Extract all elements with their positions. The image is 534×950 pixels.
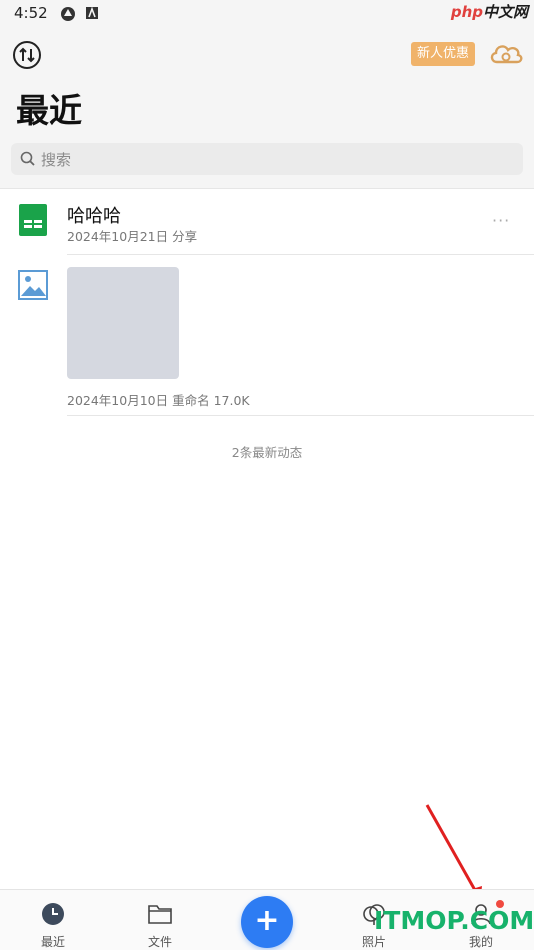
divider [67,415,534,416]
tab-label: 我的 [468,935,493,949]
tab-label: 最近 [40,935,65,949]
file-meta: 2024年10月21日 分享 [67,229,198,244]
add-button[interactable]: + [241,896,293,948]
promo-badge[interactable]: 新人优惠 [411,42,476,66]
plus-icon: + [254,903,280,938]
cloud-icon[interactable] [488,40,524,68]
watermark-bottom: ITMOP.COM [374,906,534,935]
spreadsheet-icon [19,204,47,236]
file-meta: 2024年10月10日 重命名 17.0K [67,393,250,408]
tab-label: 文件 [147,935,172,949]
folder-icon [148,905,172,924]
activity-count: 2条最新动态 [231,445,303,460]
text-notification-icon [86,7,98,19]
status-bar: 4:52 php中文网 [0,0,534,28]
image-thumbnail[interactable] [67,267,179,379]
watermark-top: php中文网 [450,3,528,21]
clock-icon [42,903,64,925]
status-time: 4:52 [14,4,48,22]
search-icon [20,151,35,166]
page-title: 最近 [16,91,82,130]
sort-icon[interactable] [12,40,42,70]
tab-files[interactable]: 文件 [125,890,195,950]
divider [67,254,534,255]
search-input[interactable]: 搜索 [11,143,523,175]
tab-recent[interactable]: 最近 [18,890,88,950]
image-icon [18,270,48,300]
app-notification-icon [61,7,75,21]
header: 新人优惠 最近 搜索 [0,28,534,188]
more-options-button[interactable]: ··· [492,211,510,230]
search-placeholder: 搜索 [41,151,72,169]
file-name: 哈哈哈 [67,206,121,227]
tab-label: 照片 [361,935,386,949]
list-item[interactable]: 哈哈哈 2024年10月21日 分享 ··· [0,189,534,255]
